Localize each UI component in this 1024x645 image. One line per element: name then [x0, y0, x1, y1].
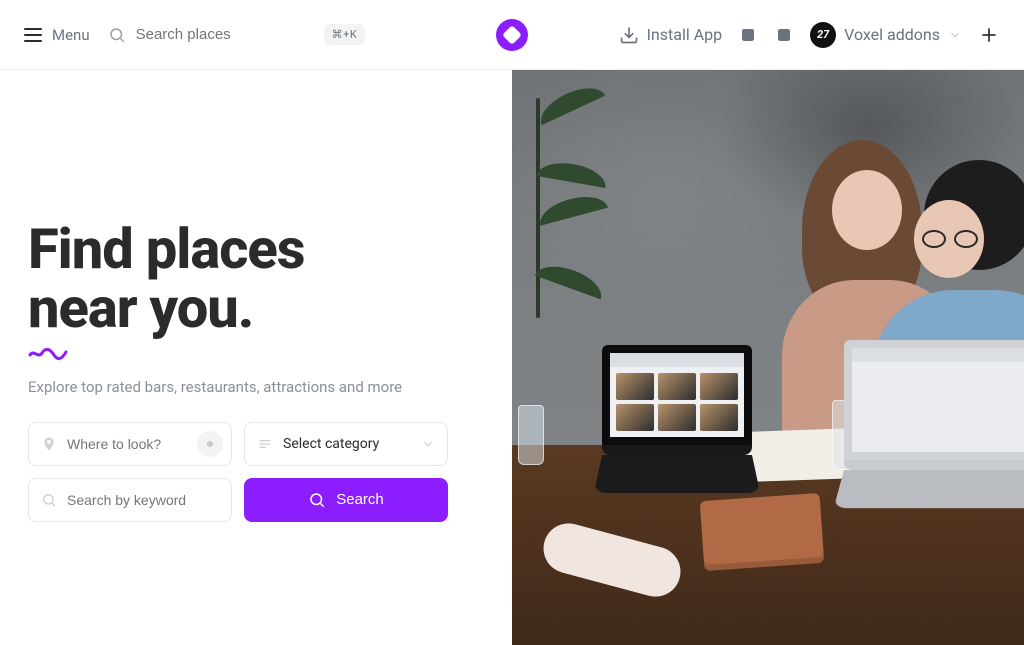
- download-icon: [619, 25, 639, 45]
- chevron-down-icon: [421, 437, 435, 451]
- search-button[interactable]: Search: [244, 478, 448, 522]
- header-action-icon-2[interactable]: [774, 25, 794, 45]
- menu-button[interactable]: Menu: [24, 26, 90, 44]
- top-header: Menu ⌘+K Install App 27 Voxel addons: [0, 0, 1024, 70]
- search-form: Select category Search: [28, 422, 448, 522]
- keyboard-shortcut-badge: ⌘+K: [324, 24, 366, 45]
- search-icon: [41, 492, 57, 508]
- user-menu[interactable]: 27 Voxel addons: [810, 22, 962, 48]
- keyword-field[interactable]: [28, 478, 232, 522]
- list-icon: [257, 436, 273, 452]
- header-search-input[interactable]: [136, 26, 266, 43]
- header-left: Menu ⌘+K: [24, 24, 365, 45]
- target-icon[interactable]: [197, 431, 223, 457]
- plant-decoration: [518, 98, 558, 318]
- install-app-button[interactable]: Install App: [619, 25, 723, 45]
- chevron-down-icon: [948, 28, 962, 42]
- header-action-icon-1[interactable]: [738, 25, 758, 45]
- glass-prop: [518, 405, 544, 465]
- hero-title-line1: Find places: [28, 216, 305, 282]
- header-right: Install App 27 Voxel addons: [619, 22, 1000, 48]
- logo-diamond-icon: [502, 25, 522, 45]
- hero-image: [512, 70, 1024, 645]
- hero-title: Find places near you.: [28, 220, 484, 338]
- pin-icon: [41, 436, 57, 452]
- menu-label: Menu: [52, 26, 90, 44]
- search-icon: [308, 491, 326, 509]
- hamburger-icon: [24, 28, 42, 42]
- brand-logo[interactable]: [496, 19, 528, 51]
- keyword-input[interactable]: [67, 492, 219, 508]
- hero-panel: Find places near you. Explore top rated …: [0, 70, 512, 645]
- laptop-dark: [602, 345, 752, 515]
- location-field[interactable]: [28, 422, 232, 466]
- laptop-silver: [844, 340, 1024, 530]
- hero-title-line2: near you.: [28, 275, 253, 341]
- hero-subtitle: Explore top rated bars, restaurants, att…: [28, 378, 484, 396]
- user-name-label: Voxel addons: [844, 25, 940, 44]
- main-split: Find places near you. Explore top rated …: [0, 70, 1024, 645]
- search-button-label: Search: [336, 491, 384, 508]
- add-button[interactable]: [978, 24, 1000, 46]
- notebook-prop: [700, 493, 825, 571]
- header-search[interactable]: [108, 26, 266, 44]
- category-select[interactable]: Select category: [244, 422, 448, 466]
- underline-squiggle-icon: [28, 346, 68, 360]
- category-label: Select category: [283, 436, 379, 452]
- search-icon: [108, 26, 126, 44]
- install-app-label: Install App: [647, 25, 723, 44]
- avatar: 27: [810, 22, 836, 48]
